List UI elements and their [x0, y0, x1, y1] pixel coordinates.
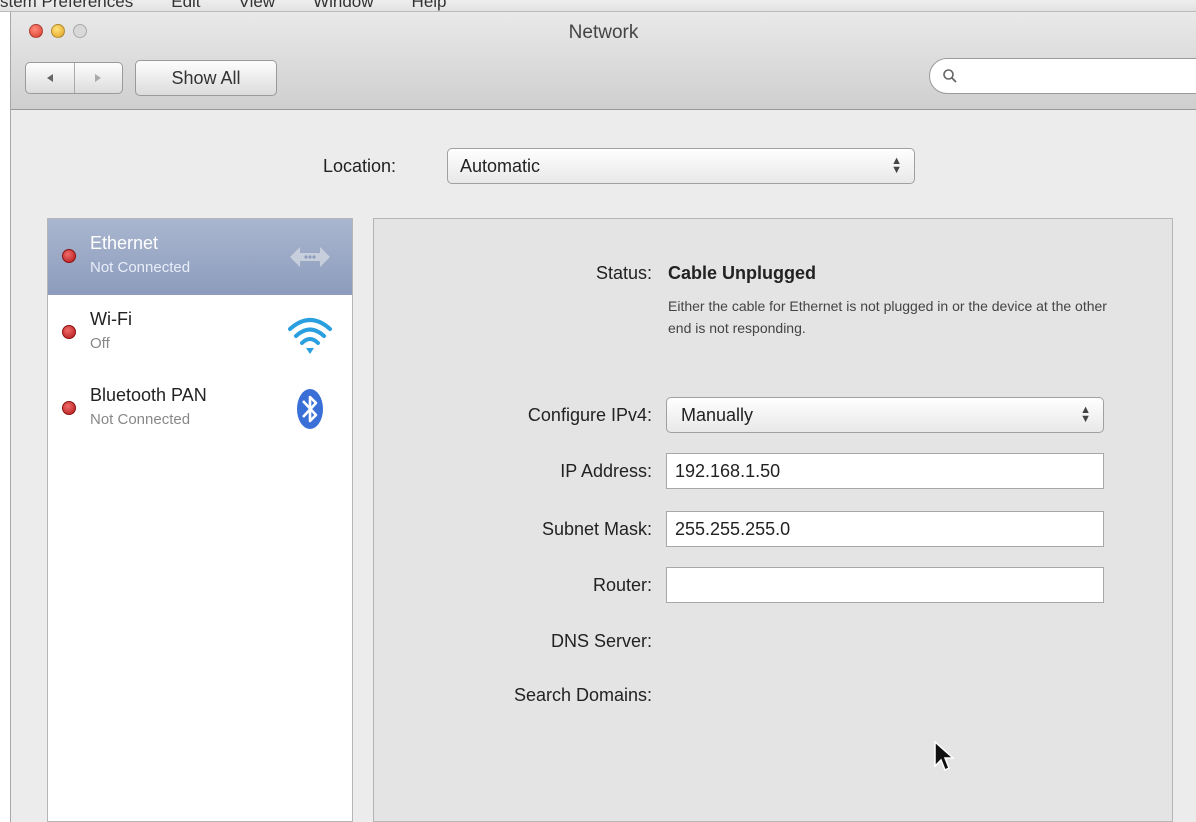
menu-bar: stem Preferences Edit View Window Help — [0, 0, 1196, 12]
search-field[interactable] — [929, 58, 1196, 94]
router-field[interactable] — [666, 567, 1104, 603]
detail-panel: Status: Configure IPv4: IP Address: Subn… — [373, 218, 1173, 822]
status-dot — [62, 325, 76, 339]
configure-ipv4-value: Manually — [681, 404, 754, 425]
service-status: Off — [90, 335, 110, 352]
label-column: Status: Configure IPv4: IP Address: Subn… — [374, 219, 652, 821]
popup-arrows-icon: ▲ ▼ — [1080, 404, 1091, 425]
ethernet-icon — [290, 247, 330, 267]
network-window: Network Show All Location: Automatic ▲ ▼ … — [10, 12, 1196, 822]
status-dot — [62, 401, 76, 415]
service-list: Ethernet Not Connected Wi-Fi Off Bluetoo… — [47, 218, 353, 822]
configure-ipv4-popup[interactable]: Manually ▲ ▼ — [666, 397, 1104, 433]
service-item-wifi[interactable]: Wi-Fi Off — [48, 295, 352, 371]
service-status: Not Connected — [90, 259, 191, 276]
configure-ipv4-label: Configure IPv4: — [527, 405, 652, 425]
service-status: Not Connected — [90, 411, 191, 428]
menu-window[interactable]: Window — [313, 0, 373, 11]
location-value: Automatic — [460, 155, 541, 176]
service-name: Wi-Fi — [90, 309, 132, 329]
subnet-mask-field[interactable]: 255.255.255.0 — [666, 511, 1104, 547]
service-item-bluetooth-pan[interactable]: Bluetooth PAN Not Connected — [48, 371, 352, 447]
ip-address-label: IP Address: — [560, 461, 652, 481]
menu-system-preferences[interactable]: stem Preferences — [0, 0, 133, 11]
status-value: Cable Unplugged — [668, 263, 816, 283]
service-name: Bluetooth PAN — [90, 385, 207, 405]
router-label: Router: — [592, 575, 652, 595]
service-name: Ethernet — [90, 233, 159, 253]
bluetooth-icon — [297, 389, 323, 429]
mouse-pointer-icon — [934, 740, 955, 772]
back-forward-control — [25, 62, 123, 94]
forward-arrow-icon — [95, 74, 102, 82]
menu-help[interactable]: Help — [412, 0, 447, 11]
forward-button[interactable] — [75, 63, 123, 93]
location-popup[interactable]: Automatic ▲ ▼ — [447, 148, 915, 184]
show-all-button[interactable]: Show All — [135, 60, 277, 96]
window-title: Network — [568, 22, 639, 43]
ip-address-field[interactable]: 192.168.1.50 — [666, 453, 1104, 489]
service-item-ethernet[interactable]: Ethernet Not Connected — [48, 219, 352, 295]
menu-view[interactable]: View — [239, 0, 276, 11]
status-label: Status: — [595, 263, 652, 283]
status-dot — [62, 249, 76, 263]
back-arrow-icon — [46, 74, 53, 82]
status-description: Either the cable for Ethernet is not plu… — [668, 298, 1107, 336]
search-icon — [943, 69, 957, 83]
search-domains-label: Search Domains: — [513, 685, 652, 705]
menu-edit[interactable]: Edit — [171, 0, 200, 11]
back-button[interactable] — [26, 63, 75, 93]
subnet-mask-label: Subnet Mask: — [541, 519, 652, 539]
window-toolbar: Network Show All — [11, 12, 1196, 110]
location-label: Location: — [323, 156, 397, 176]
wifi-icon — [288, 318, 332, 354]
popup-arrows-icon: ▲ ▼ — [891, 155, 902, 176]
dns-server-label: DNS Server: — [550, 631, 652, 651]
